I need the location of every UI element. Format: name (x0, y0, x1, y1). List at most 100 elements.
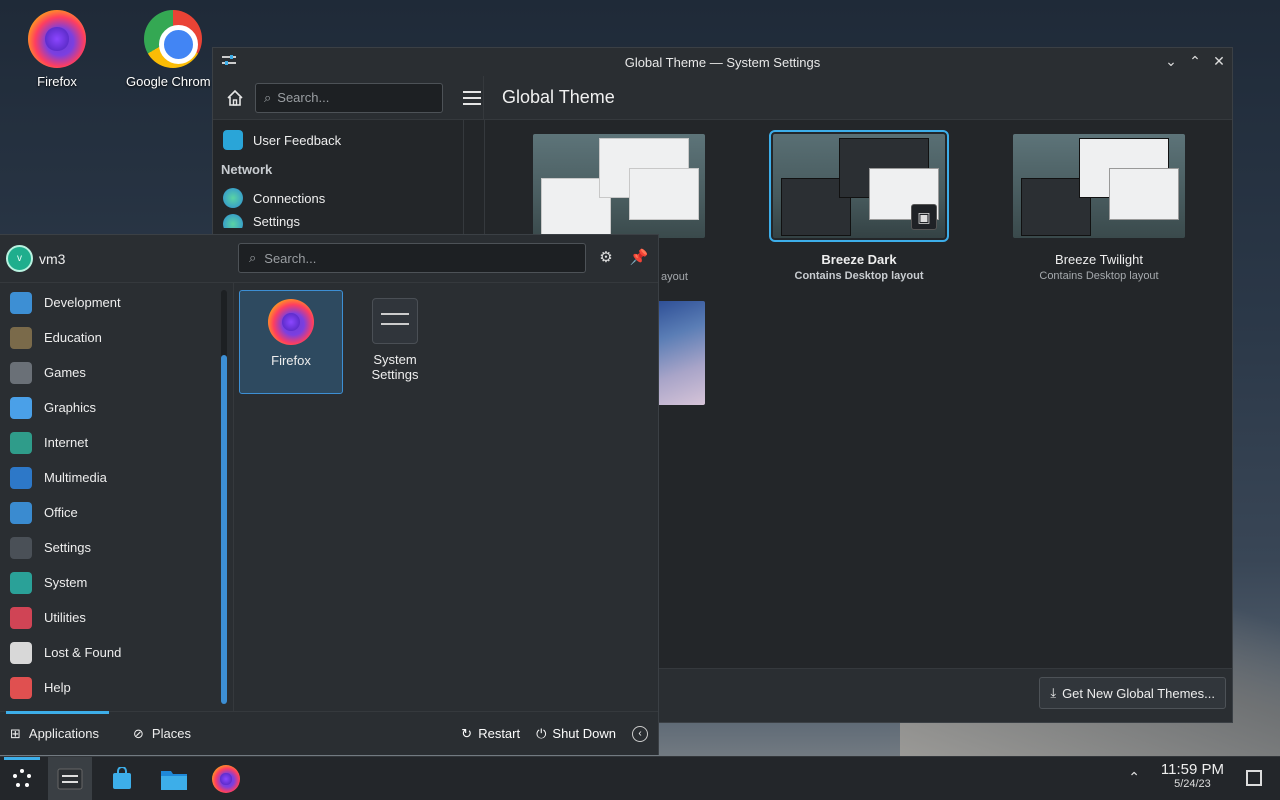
theme-card-breeze-dark[interactable]: ▣ Breeze Dark Contains Desktop layout (769, 130, 949, 282)
settings-search-input[interactable] (277, 90, 442, 105)
app-label: Firefox (271, 353, 311, 368)
category-label: Utilities (44, 610, 86, 625)
chrome-icon (144, 10, 202, 68)
category-label: Education (44, 330, 102, 345)
desktop-icon-label: Google Chrom (126, 74, 211, 89)
category-multimedia[interactable]: Multimedia (0, 460, 216, 495)
sidebar-category-network: Network (221, 161, 273, 177)
category-graphics[interactable]: Graphics (0, 390, 216, 425)
close-icon[interactable]: ✕ (1212, 52, 1226, 70)
tray-expand-icon[interactable]: ⌃ (1128, 769, 1140, 786)
settings-sidebar: User Feedback Network Connections Settin… (213, 120, 463, 240)
desktop-icon-firefox[interactable]: Firefox (7, 10, 107, 89)
utilities-icon (10, 606, 32, 629)
hamburger-menu-icon[interactable] (463, 90, 481, 105)
internet-icon (10, 431, 32, 454)
multimedia-icon (10, 466, 32, 489)
launcher-search-input[interactable] (264, 250, 585, 266)
taskbar-system-settings[interactable] (48, 757, 92, 800)
category-label: Office (44, 505, 78, 520)
category-lost-found[interactable]: Lost & Found (0, 635, 216, 670)
category-system[interactable]: System (0, 565, 216, 600)
category-development[interactable]: Development (0, 285, 216, 320)
clock-date: 5/24/23 (1174, 778, 1211, 790)
firefox-icon (212, 765, 240, 793)
theme-preview (533, 134, 705, 238)
theme-card-breeze-twilight[interactable]: Breeze Twilight Contains Desktop layout (1009, 134, 1189, 282)
category-settings[interactable]: Settings (0, 530, 216, 565)
leave-more-button[interactable]: ‹ (632, 725, 648, 742)
category-utilities[interactable]: Utilities (0, 600, 216, 635)
launcher-header: v vm3 ⌕ ⚙ 📌 (0, 235, 658, 283)
download-icon: ⤓ (1050, 685, 1057, 700)
category-help[interactable]: Help (0, 670, 216, 705)
shutdown-label: Shut Down (552, 726, 616, 741)
get-new-themes-button[interactable]: ⤓ Get New Global Themes... (1039, 677, 1226, 709)
taskbar-discover[interactable] (100, 757, 144, 800)
sidebar-item-connections[interactable]: Connections (213, 182, 463, 214)
category-list: Development Education Games Graphics Interne… (0, 285, 216, 705)
avatar[interactable]: v (6, 245, 33, 272)
compass-icon: ⊘ (133, 725, 144, 741)
tab-places[interactable]: ⊘ Places (123, 712, 201, 756)
discover-icon (113, 767, 131, 789)
get-new-themes-label: Get New Global Themes... (1062, 685, 1215, 701)
pin-icon[interactable]: 📌 (629, 248, 649, 268)
restart-button[interactable]: ↻ Restart (461, 726, 520, 742)
chevron-left-icon: ‹ (632, 725, 648, 742)
desktop-icon-chrome[interactable]: Google Chrom (124, 10, 216, 89)
category-label: Development (44, 295, 121, 310)
maximize-icon[interactable]: ⌃ (1188, 52, 1202, 70)
applications-grid-icon: ⊞ (10, 725, 21, 741)
scrollbar-thumb[interactable] (221, 355, 227, 704)
graphics-icon (10, 396, 32, 419)
configure-icon[interactable]: ⚙ (596, 248, 616, 268)
system-settings-icon (57, 768, 83, 790)
theme-subtitle-partial: ayout (661, 271, 688, 283)
launcher-button[interactable] (0, 757, 44, 800)
category-internet[interactable]: Internet (0, 425, 216, 460)
sidebar-item-network-settings[interactable]: Settings (213, 214, 463, 228)
category-label: Multimedia (44, 470, 107, 485)
app-tile-firefox[interactable]: Firefox (239, 290, 343, 394)
image-preview-icon[interactable]: ▣ (911, 204, 937, 230)
window-titlebar[interactable]: Global Theme — System Settings ⌄ ⌃ ✕ (213, 48, 1232, 76)
home-icon[interactable] (225, 88, 245, 108)
taskbar-firefox[interactable] (204, 757, 248, 800)
category-label: Internet (44, 435, 89, 450)
sidebar-item-label: User Feedback (253, 132, 342, 148)
application-launcher: v vm3 ⌕ ⚙ 📌 Development Education Games Gra… (0, 234, 659, 755)
theme-subtitle: Contains Desktop layout (1039, 270, 1159, 282)
office-icon (10, 501, 32, 524)
shutdown-button[interactable]: ⏻ Shut Down (536, 726, 616, 742)
clock-time: 11:59 PM (1160, 761, 1224, 778)
show-desktop-icon[interactable] (1246, 770, 1262, 786)
theme-subtitle: Contains Desktop layout (794, 270, 924, 282)
page-title: Global Theme (502, 87, 615, 107)
sidebar-item-label: Settings (253, 214, 300, 228)
category-label: Games (44, 365, 86, 380)
category-office[interactable]: Office (0, 495, 216, 530)
minimize-icon[interactable]: ⌄ (1164, 52, 1178, 70)
settings-search-field[interactable]: ⌕ (255, 82, 443, 113)
theme-name: Breeze Twilight (1055, 252, 1143, 267)
sidebar-item-user-feedback[interactable]: User Feedback (213, 124, 463, 156)
desktop-icon-label: Firefox (37, 74, 77, 89)
theme-card-breeze[interactable] (529, 134, 709, 238)
category-games[interactable]: Games (0, 355, 216, 390)
restart-label: Restart (478, 726, 521, 741)
launcher-search-field[interactable]: ⌕ (238, 243, 586, 273)
settings-app-icon (222, 55, 236, 65)
category-label: Graphics (44, 400, 97, 415)
help-icon (10, 676, 32, 699)
app-label: System Settings (371, 352, 419, 382)
app-tile-system-settings[interactable]: System Settings (343, 290, 447, 394)
category-education[interactable]: Education (0, 320, 216, 355)
taskbar-file-manager[interactable] (152, 757, 196, 800)
firefox-icon (28, 10, 86, 68)
firefox-icon (268, 299, 314, 345)
clock[interactable]: 11:59 PM 5/24/23 (1161, 761, 1224, 790)
user-name: vm3 (39, 250, 66, 267)
tab-applications[interactable]: ⊞ Applications (0, 710, 110, 756)
settings-toolbar: ⌕ Global Theme (213, 76, 1232, 120)
